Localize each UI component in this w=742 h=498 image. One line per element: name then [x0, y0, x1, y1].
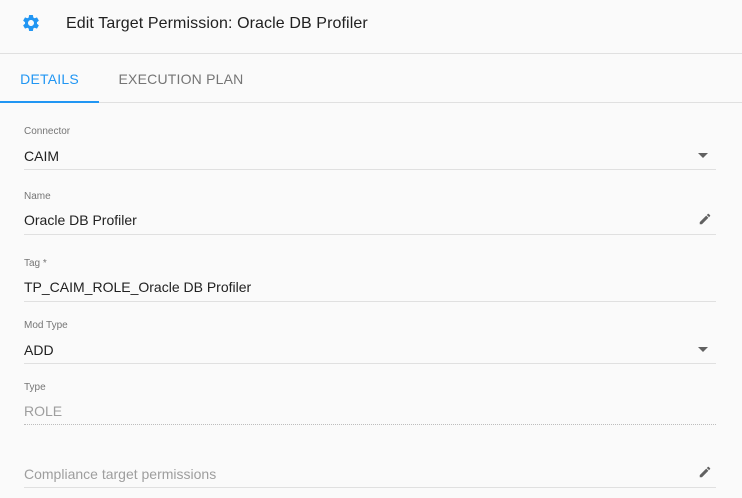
connector-underline	[24, 169, 716, 170]
mod-type-underline	[24, 363, 716, 364]
tab-execution-plan[interactable]: EXECUTION PLAN	[99, 55, 263, 103]
dialog-header: Edit Target Permission: Oracle DB Profil…	[0, 0, 742, 54]
mod-type-value: ADD	[24, 342, 54, 358]
name-value: Oracle DB Profiler	[24, 212, 137, 228]
compliance-underline	[24, 487, 716, 488]
tab-details[interactable]: DETAILS	[0, 55, 99, 103]
chevron-down-icon	[698, 153, 708, 158]
compliance-placeholder: Compliance target permissions	[24, 466, 217, 482]
edit-pencil-icon[interactable]	[698, 212, 712, 226]
gear-icon	[23, 14, 39, 31]
name-field[interactable]: Name Oracle DB Profiler	[24, 191, 716, 235]
mod-type-label: Mod Type	[24, 320, 68, 331]
chevron-down-icon	[698, 347, 708, 352]
connector-label: Connector	[24, 126, 71, 137]
tab-bar: DETAILS EXECUTION PLAN	[0, 55, 742, 103]
name-label: Name	[24, 191, 51, 202]
type-label: Type	[24, 382, 46, 393]
page-title: Edit Target Permission: Oracle DB Profil…	[66, 15, 368, 32]
compliance-target-permissions-field[interactable]: Compliance target permissions	[24, 460, 716, 488]
name-underline	[24, 234, 716, 235]
type-field: Type ROLE	[24, 382, 716, 426]
tag-underline	[24, 301, 716, 302]
connector-select[interactable]: Connector CAIM	[24, 126, 716, 170]
tag-value: TP_CAIM_ROLE_Oracle DB Profiler	[24, 279, 252, 295]
type-value: ROLE	[24, 403, 63, 419]
active-tab-indicator	[0, 101, 99, 103]
tag-field[interactable]: Tag * TP_CAIM_ROLE_Oracle DB Profiler	[24, 258, 716, 302]
type-underline	[24, 424, 716, 425]
tag-label: Tag *	[24, 258, 47, 269]
connector-value: CAIM	[24, 148, 59, 164]
mod-type-select[interactable]: Mod Type ADD	[24, 320, 716, 364]
edit-pencil-icon[interactable]	[698, 465, 712, 479]
